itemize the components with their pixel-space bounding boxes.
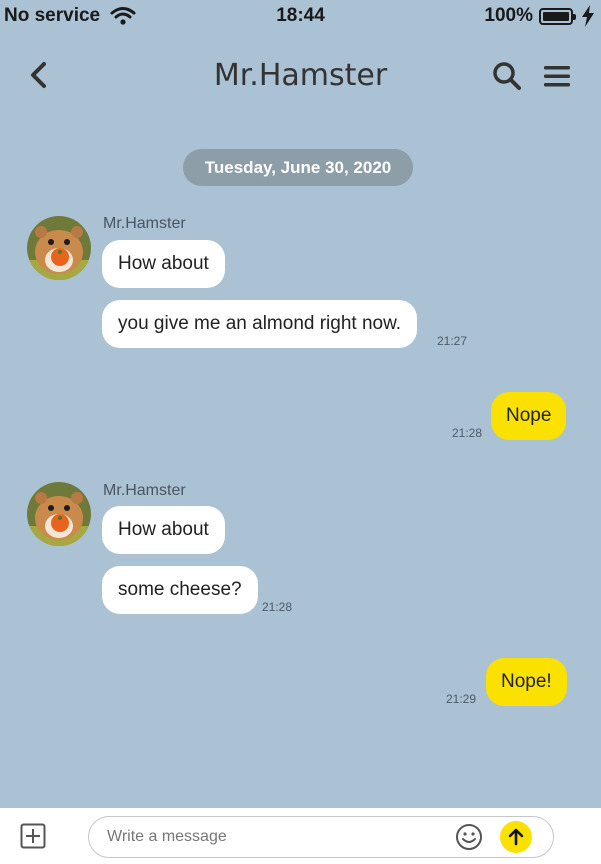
menu-icon[interactable]	[543, 62, 571, 90]
status-right: 100%	[484, 5, 595, 27]
charging-bolt-icon	[582, 5, 594, 27]
add-icon[interactable]	[20, 823, 46, 849]
avatar[interactable]	[27, 216, 91, 280]
search-icon[interactable]	[491, 60, 523, 92]
message-timestamp: 21:27	[437, 334, 468, 348]
incoming-message[interactable]: How about	[102, 506, 225, 554]
battery-icon	[539, 7, 576, 25]
emoji-icon[interactable]	[455, 823, 483, 851]
avatar[interactable]	[27, 482, 91, 546]
message-timestamp: 21:29	[446, 692, 477, 706]
send-button[interactable]	[500, 821, 532, 853]
hamster-avatar-image	[27, 216, 91, 280]
outgoing-message[interactable]: Nope!	[486, 658, 567, 706]
battery-percent: 100%	[484, 5, 533, 26]
status-bar: No service 18:44 100%	[0, 0, 601, 34]
outgoing-message[interactable]: Nope	[491, 392, 567, 440]
date-divider: Tuesday, June 30, 2020	[183, 149, 413, 186]
sender-name: Mr.Hamster	[103, 482, 186, 499]
incoming-message[interactable]: you give me an almond right now.	[102, 300, 418, 348]
message-input[interactable]	[107, 825, 447, 849]
message-input-container[interactable]	[88, 816, 554, 858]
chat-header: Mr.Hamster	[0, 44, 601, 104]
incoming-message[interactable]: How about	[102, 240, 225, 288]
message-timestamp: 21:28	[452, 426, 483, 440]
message-composer	[0, 808, 601, 864]
sender-name: Mr.Hamster	[103, 215, 186, 232]
send-arrow-icon	[508, 828, 524, 846]
incoming-message[interactable]: some cheese?	[102, 566, 258, 614]
message-timestamp: 21:28	[262, 600, 293, 614]
hamster-avatar-image	[27, 482, 91, 546]
